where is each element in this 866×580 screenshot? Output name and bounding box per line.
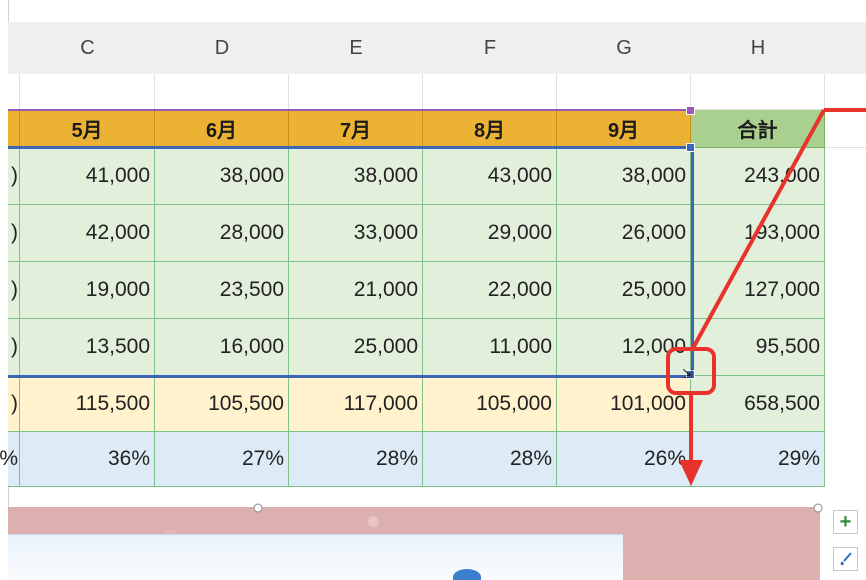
fill-handle-cursor-icon: ⇲ [682,366,693,381]
drag-arrow-head [679,460,703,486]
spreadsheet-screenshot: C D E F G H 5月 6月 7月 8月 9月 合計 ) 41,000 3… [0,0,866,580]
annotation-overlay [666,108,866,486]
annotation-arrow [690,109,826,351]
